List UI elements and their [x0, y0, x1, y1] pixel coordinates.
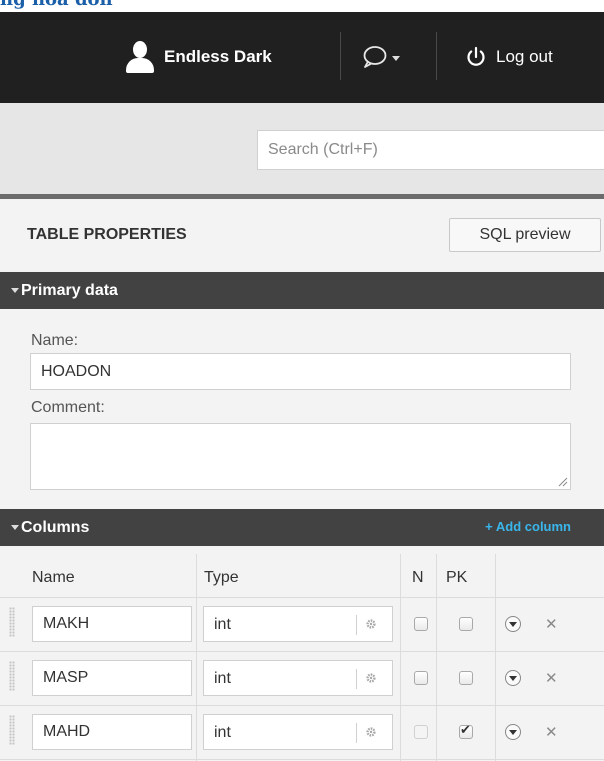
column-name-input[interactable]	[32, 660, 192, 696]
table-properties-header: TABLE PROPERTIES SQL preview	[0, 199, 604, 272]
chat-bubble-icon	[363, 46, 387, 68]
column-type-input[interactable]: int	[203, 606, 393, 642]
logout-label: Log out	[496, 47, 553, 66]
search-input[interactable]	[257, 130, 604, 170]
column-header-name: Name	[32, 569, 75, 586]
close-icon[interactable]: ✕	[545, 725, 558, 741]
top-heading-text: ng hoá đơn	[0, 0, 113, 10]
column-header-pk: PK	[446, 569, 468, 586]
column-type-value: int	[214, 616, 231, 633]
section-title: Primary data	[21, 282, 118, 299]
column-type-input[interactable]: int	[203, 714, 393, 750]
circle-chevron-down-icon[interactable]	[505, 616, 521, 632]
column-type-input[interactable]: int	[203, 660, 393, 696]
collapse-arrow-icon	[11, 288, 19, 293]
comment-label: Comment:	[31, 399, 105, 416]
section-title: Columns	[21, 519, 90, 536]
sql-preview-button[interactable]: SQL preview	[449, 218, 601, 252]
nullable-checkbox[interactable]	[414, 617, 428, 631]
gear-icon[interactable]	[365, 618, 377, 630]
circle-chevron-down-icon[interactable]	[505, 670, 521, 686]
column-type-value: int	[214, 724, 231, 741]
search-bar	[0, 103, 604, 194]
drag-handle-icon[interactable]	[9, 661, 15, 691]
chat-menu-button[interactable]	[361, 40, 400, 74]
column-type-value: int	[214, 670, 231, 687]
primary-key-checkbox[interactable]	[459, 671, 473, 685]
page-title: TABLE PROPERTIES	[27, 226, 187, 243]
circle-chevron-down-icon[interactable]	[505, 724, 521, 740]
primary-key-checkbox[interactable]	[459, 617, 473, 631]
logout-button[interactable]: Log out	[466, 40, 553, 74]
close-icon[interactable]: ✕	[545, 671, 558, 687]
gear-icon[interactable]	[365, 672, 377, 684]
comment-textarea[interactable]	[30, 423, 571, 490]
primary-key-checkbox[interactable]: ✔	[459, 722, 473, 739]
navbar-separator	[340, 32, 341, 80]
table-name-input[interactable]	[30, 353, 571, 390]
column-header-n: N	[412, 569, 424, 586]
section-header-columns[interactable]: Columns + Add column	[0, 509, 604, 546]
nullable-checkbox	[414, 725, 428, 739]
power-icon	[467, 46, 485, 66]
resize-grip-icon[interactable]	[558, 477, 568, 487]
user-name: Endless Dark	[164, 47, 272, 66]
columns-panel: Name Type N PK int ✕ int	[0, 546, 604, 761]
top-navbar: Endless Dark Log out	[0, 12, 604, 103]
column-name-input[interactable]	[32, 714, 192, 750]
column-name-input[interactable]	[32, 606, 192, 642]
close-icon[interactable]: ✕	[545, 617, 558, 633]
navbar-separator	[436, 32, 437, 80]
primary-data-panel: Name: Comment:	[0, 309, 604, 509]
section-header-primary-data[interactable]: Primary data	[0, 272, 604, 309]
collapse-arrow-icon	[11, 525, 19, 530]
drag-handle-icon[interactable]	[9, 607, 15, 637]
add-column-link[interactable]: + Add column	[485, 519, 571, 534]
check-icon: ✔	[460, 722, 471, 737]
user-icon	[125, 41, 155, 73]
top-heading-fragment: ng hoá đơn	[0, 0, 604, 12]
nullable-checkbox[interactable]	[414, 671, 428, 685]
gear-icon[interactable]	[365, 726, 377, 738]
drag-handle-icon[interactable]	[9, 715, 15, 745]
name-label: Name:	[31, 332, 79, 349]
column-header-type: Type	[204, 569, 239, 586]
user-menu[interactable]: Endless Dark	[125, 40, 272, 74]
chevron-down-icon	[392, 55, 400, 61]
